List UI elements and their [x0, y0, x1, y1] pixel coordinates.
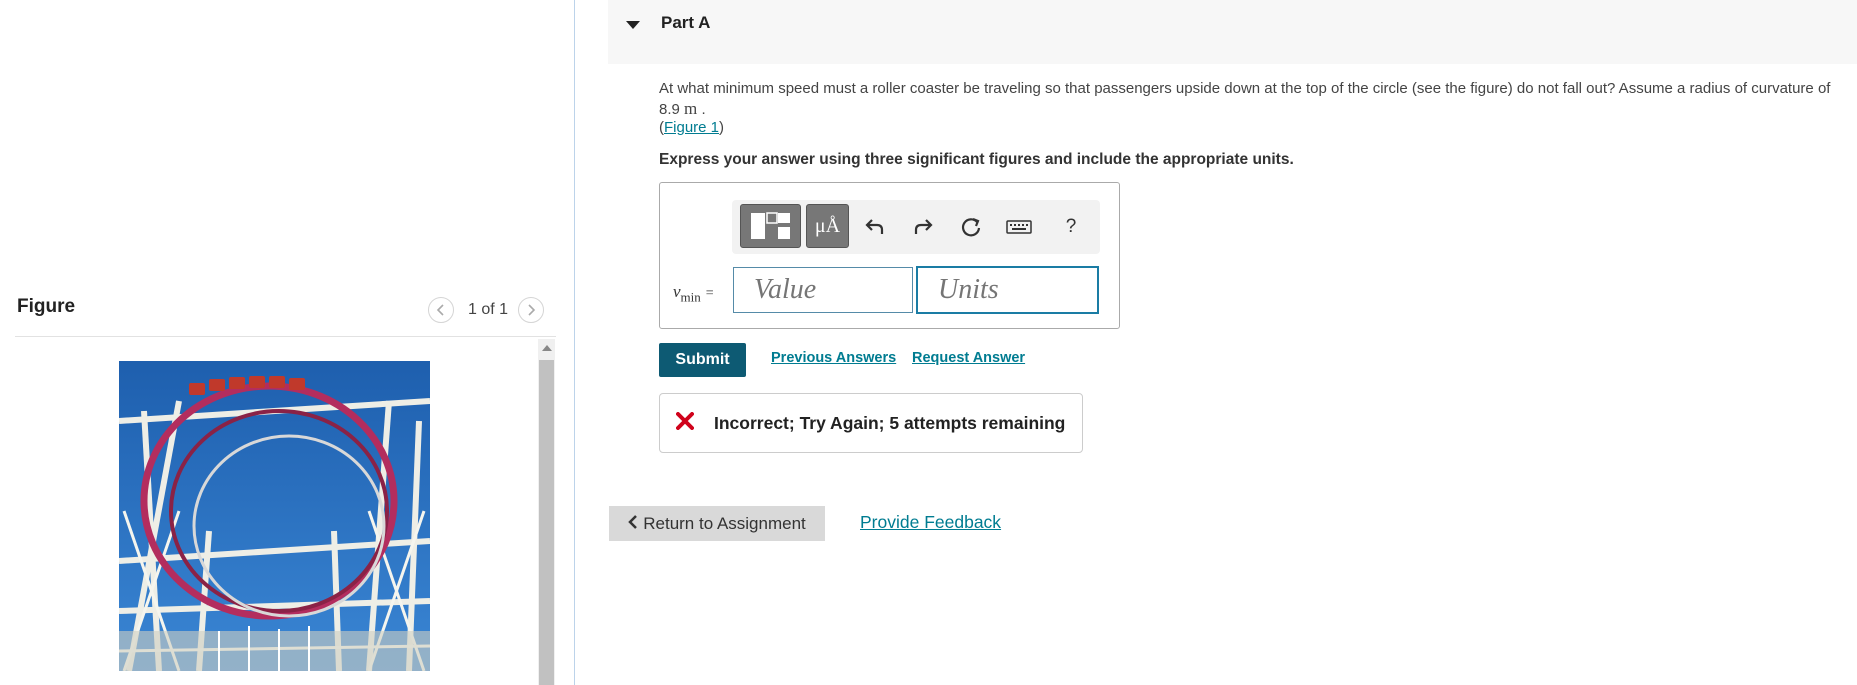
question-body: At what minimum speed must a roller coas…	[659, 80, 1831, 118]
units-icon: μÅ	[814, 214, 841, 237]
redo-icon	[914, 219, 933, 234]
reset-button[interactable]	[956, 212, 986, 242]
figure-counter: 1 of 1	[468, 301, 509, 318]
previous-answers-link[interactable]: Previous Answers	[771, 350, 896, 366]
figure-next-button[interactable]	[518, 297, 545, 323]
paren-close: )	[719, 119, 725, 136]
feedback-message: Incorrect; Try Again; 5 attempts remaini…	[714, 413, 1066, 433]
figure-1-link[interactable]: Figure 1	[664, 119, 719, 136]
figure-navigation: 1 of 1	[428, 297, 545, 323]
templates-button[interactable]	[740, 204, 801, 248]
chevron-left-icon	[436, 304, 444, 316]
question-text: At what minimum speed must a roller coas…	[659, 79, 1849, 120]
submit-button[interactable]: Submit	[659, 343, 746, 377]
triangle-up-icon	[541, 345, 552, 351]
return-label: Return to Assignment	[643, 513, 806, 533]
roller-coaster-figure-image	[119, 361, 430, 671]
figure-panel: Figure 1 of 1	[0, 0, 575, 685]
error-x-icon	[676, 412, 694, 430]
question-end: .	[701, 101, 706, 118]
undo-icon	[865, 219, 884, 234]
equals-sign: =	[705, 286, 714, 301]
value-input[interactable]	[733, 267, 913, 313]
answer-label: vmin =	[673, 282, 714, 305]
templates-icon	[751, 212, 790, 239]
math-toolbar: μÅ ?	[732, 200, 1100, 254]
scroll-up-arrow[interactable]	[538, 341, 555, 355]
redo-button[interactable]	[908, 212, 938, 242]
radius-unit: m	[684, 99, 698, 118]
return-to-assignment-button[interactable]: Return to Assignment	[609, 506, 825, 541]
units-button[interactable]: μÅ	[806, 204, 849, 248]
answer-instructions: Express your answer using three signific…	[659, 151, 1294, 168]
request-answer-link[interactable]: Request Answer	[912, 350, 1025, 366]
help-icon: ?	[1065, 216, 1077, 237]
part-title: Part A	[661, 13, 711, 32]
figure-prev-button[interactable]	[428, 297, 454, 323]
part-a-header[interactable]	[608, 0, 1857, 64]
figure-scrollbar-thumb[interactable]	[539, 360, 554, 685]
figure-divider	[15, 336, 556, 337]
figure-link-line: (Figure 1)	[659, 119, 724, 136]
provide-feedback-link[interactable]: Provide Feedback	[860, 512, 1001, 533]
undo-button[interactable]	[860, 212, 890, 242]
variable-symbol: v	[673, 282, 681, 301]
figure-title: Figure	[17, 296, 76, 317]
help-button[interactable]: ?	[1056, 212, 1086, 242]
keyboard-icon	[1006, 220, 1032, 234]
units-input[interactable]	[916, 266, 1099, 314]
keyboard-button[interactable]	[1004, 212, 1034, 242]
variable-subscript: min	[680, 289, 701, 305]
chevron-left-icon	[628, 514, 638, 534]
chevron-right-icon	[528, 304, 536, 316]
reset-icon	[961, 217, 981, 237]
caret-down-icon[interactable]	[625, 17, 641, 35]
